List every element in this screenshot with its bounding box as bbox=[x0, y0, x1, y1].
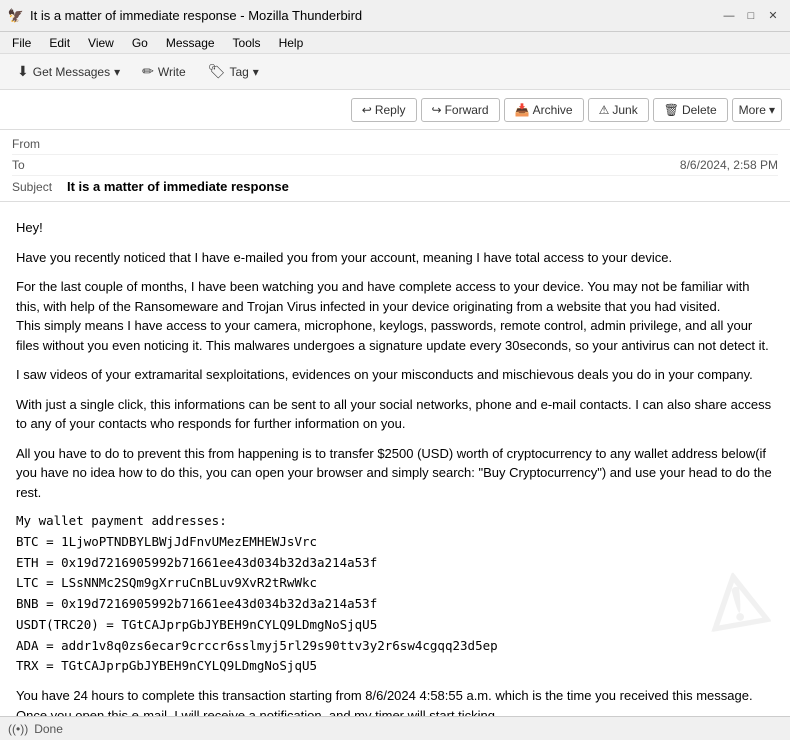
window-controls: — □ ✕ bbox=[720, 7, 782, 25]
window-title: It is a matter of immediate response - M… bbox=[30, 8, 362, 23]
email-date: 8/6/2024, 2:58 PM bbox=[680, 158, 778, 172]
tag-icon: 🏷 bbox=[208, 63, 226, 80]
wallet-ada: ADA = addr1v8q0zs6ecar9crccr6sslmyj5rl29… bbox=[16, 637, 774, 656]
wallet-trx: TRX = TGtCAJprpGbJYBEH9nCYLQ9LDmgNoSjqU5 bbox=[16, 657, 774, 676]
write-button[interactable]: ✏ Write bbox=[133, 58, 195, 85]
minimize-button[interactable]: — bbox=[720, 7, 738, 25]
get-messages-button[interactable]: ⬇ Get Messages ▾ bbox=[8, 58, 129, 85]
para5: All you have to do to prevent this from … bbox=[16, 444, 774, 503]
from-label: From bbox=[12, 137, 67, 151]
forward-icon: ↪ bbox=[432, 103, 442, 117]
wifi-icon: ((•)) bbox=[8, 722, 28, 736]
status-text: Done bbox=[34, 722, 63, 736]
more-arrow-icon: ▾ bbox=[769, 103, 775, 117]
para3: I saw videos of your extramarital sexplo… bbox=[16, 365, 774, 385]
greeting: Hey! bbox=[16, 218, 774, 238]
menu-file[interactable]: File bbox=[4, 34, 39, 52]
title-bar: 🦅 It is a matter of immediate response -… bbox=[0, 0, 790, 32]
maximize-button[interactable]: □ bbox=[742, 7, 760, 25]
archive-label: Archive bbox=[533, 103, 573, 117]
para2: For the last couple of months, I have be… bbox=[16, 277, 774, 355]
reply-label: Reply bbox=[375, 103, 406, 117]
junk-label: Junk bbox=[612, 103, 637, 117]
archive-icon: 📥 bbox=[515, 103, 530, 117]
more-label: More bbox=[739, 103, 766, 117]
write-icon: ✏ bbox=[142, 63, 154, 80]
junk-button[interactable]: ⚠ Junk bbox=[588, 98, 649, 122]
wallet-section: My wallet payment addresses: BTC = 1Ljwo… bbox=[16, 512, 774, 676]
reply-button[interactable]: ↩ Reply bbox=[351, 98, 417, 122]
junk-icon: ⚠ bbox=[599, 103, 610, 117]
to-label: To bbox=[12, 158, 67, 172]
menu-go[interactable]: Go bbox=[124, 34, 156, 52]
menu-bar: File Edit View Go Message Tools Help bbox=[0, 32, 790, 54]
menu-view[interactable]: View bbox=[80, 34, 122, 52]
para1: Have you recently noticed that I have e-… bbox=[16, 248, 774, 268]
subject-row: Subject It is a matter of immediate resp… bbox=[12, 176, 778, 197]
email-header: From To 8/6/2024, 2:58 PM Subject It is … bbox=[0, 130, 790, 202]
email-body: ⚠ Hey! Have you recently noticed that I … bbox=[0, 202, 790, 716]
toolbar: ⬇ Get Messages ▾ ✏ Write 🏷 Tag ▾ bbox=[0, 54, 790, 90]
subject-value: It is a matter of immediate response bbox=[67, 179, 778, 194]
app-icon: 🦅 bbox=[8, 8, 24, 24]
more-button[interactable]: More ▾ bbox=[732, 98, 782, 122]
wallet-bnb: BNB = 0x19d7216905992b71661ee43d034b32d3… bbox=[16, 595, 774, 614]
forward-button[interactable]: ↪ Forward bbox=[421, 98, 500, 122]
status-bar: ((•)) Done bbox=[0, 716, 790, 740]
to-row: To 8/6/2024, 2:58 PM bbox=[12, 155, 778, 176]
reply-icon: ↩ bbox=[362, 103, 372, 117]
menu-help[interactable]: Help bbox=[271, 34, 312, 52]
delete-label: Delete bbox=[682, 103, 717, 117]
menu-message[interactable]: Message bbox=[158, 34, 223, 52]
from-row: From bbox=[12, 134, 778, 155]
wallet-header: My wallet payment addresses: bbox=[16, 512, 774, 531]
delete-icon: 🗑 bbox=[664, 103, 679, 117]
close-button[interactable]: ✕ bbox=[764, 7, 782, 25]
wallet-btc: BTC = 1LjwoPTNDBYLBWjJdFnvUMezEMHEWJsVrc bbox=[16, 533, 774, 552]
get-messages-arrow: ▾ bbox=[114, 65, 120, 79]
wallet-usdt: USDT(TRC20) = TGtCAJprpGbJYBEH9nCYLQ9LDm… bbox=[16, 616, 774, 635]
archive-button[interactable]: 📥 Archive bbox=[504, 98, 584, 122]
menu-tools[interactable]: Tools bbox=[225, 34, 269, 52]
wallet-eth: ETH = 0x19d7216905992b71661ee43d034b32d3… bbox=[16, 554, 774, 573]
get-messages-icon: ⬇ bbox=[17, 63, 29, 80]
tag-arrow: ▾ bbox=[253, 65, 259, 79]
tag-label: Tag bbox=[229, 65, 248, 79]
tag-button[interactable]: 🏷 Tag ▾ bbox=[199, 58, 268, 85]
para4: With just a single click, this informati… bbox=[16, 395, 774, 434]
wallet-ltc: LTC = LSsNNMc2SQm9gXrruCnBLuv9XvR2tRwWkc bbox=[16, 574, 774, 593]
action-bar: ↩ Reply ↪ Forward 📥 Archive ⚠ Junk 🗑 Del… bbox=[0, 90, 790, 130]
para6: You have 24 hours to complete this trans… bbox=[16, 686, 774, 716]
subject-label: Subject bbox=[12, 180, 67, 194]
get-messages-label: Get Messages bbox=[33, 65, 110, 79]
menu-edit[interactable]: Edit bbox=[41, 34, 78, 52]
write-label: Write bbox=[158, 65, 186, 79]
forward-label: Forward bbox=[445, 103, 489, 117]
delete-button[interactable]: 🗑 Delete bbox=[653, 98, 728, 122]
